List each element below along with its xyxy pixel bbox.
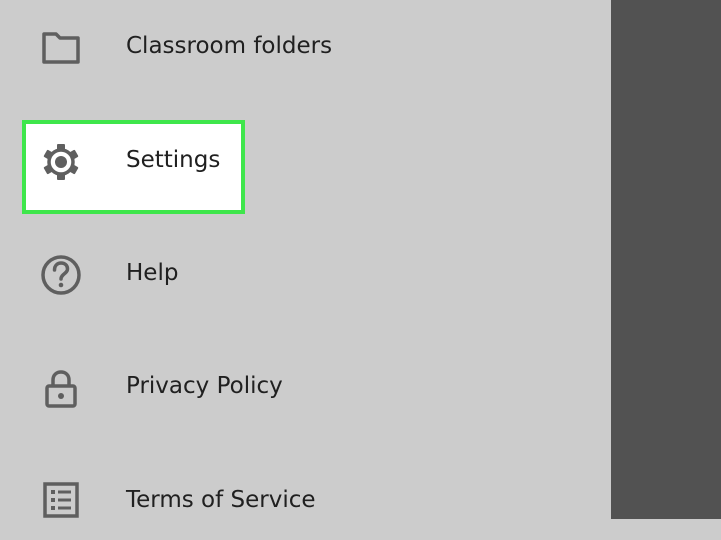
menu-label-privacy-policy: Privacy Policy	[126, 373, 283, 399]
gear-icon	[37, 138, 85, 186]
menu-item-settings[interactable]: Settings	[0, 120, 611, 200]
navigation-drawer: Classroom folders Settings Help Privacy …	[0, 0, 611, 519]
help-circle-icon	[37, 251, 85, 299]
menu-label-terms-of-service: Terms of Service	[126, 487, 316, 513]
drawer-scrim-overlay[interactable]	[611, 0, 721, 519]
lock-icon	[37, 364, 85, 412]
menu-item-privacy-policy[interactable]: Privacy Policy	[0, 346, 611, 426]
menu-label-settings: Settings	[126, 147, 221, 173]
menu-item-classroom-folders[interactable]: Classroom folders	[0, 6, 611, 86]
menu-item-help[interactable]: Help	[0, 233, 611, 313]
menu-label-classroom-folders: Classroom folders	[126, 33, 333, 59]
folder-icon	[37, 24, 85, 72]
menu-label-help: Help	[126, 260, 179, 286]
menu-item-terms-of-service[interactable]: Terms of Service	[0, 460, 611, 540]
